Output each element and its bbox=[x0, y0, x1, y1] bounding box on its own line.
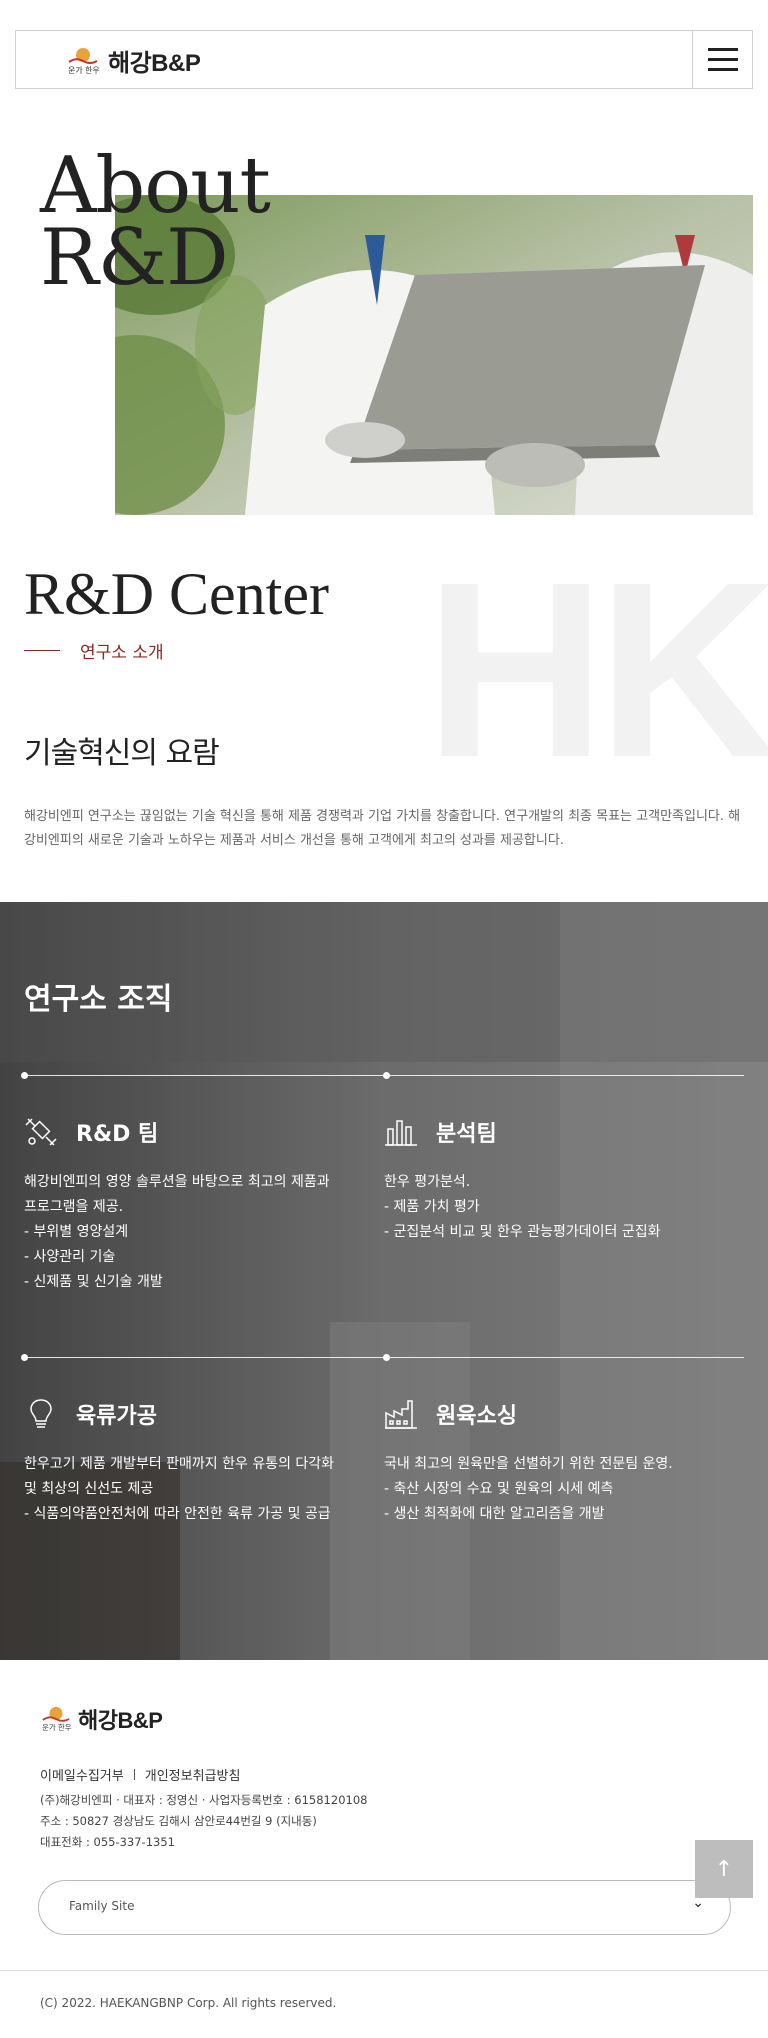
team-name: R&D 팀 bbox=[76, 1122, 159, 1147]
team-line: - 군집분석 비교 및 한우 관능평가데이터 군집화 bbox=[384, 1224, 661, 1240]
footer-links: 이메일수집거부 개인정보취급방침 bbox=[40, 1765, 240, 1784]
email-refusal-link[interactable]: 이메일수집거부 bbox=[40, 1765, 124, 1784]
footer-divider bbox=[0, 1970, 768, 1971]
satellite-icon bbox=[25, 1118, 57, 1146]
divider-dot bbox=[21, 1072, 28, 1079]
org-title: 연구소 조직 bbox=[24, 982, 173, 1017]
copyright: (C) 2022. HAEKANGBNP Corp. All rights re… bbox=[40, 1996, 337, 2010]
arrow-up-icon: ↑ bbox=[714, 1856, 734, 1882]
intro-paragraph: 해강비엔피 연구소는 끊임없는 기술 혁신을 통해 제품 경쟁력과 기업 가치를… bbox=[24, 809, 741, 848]
company-info-line: (주)해강비엔피 · 대표자 : 정영신 · 사업자등록번호 : 6158120… bbox=[40, 1793, 368, 1807]
team-line: 한우고기 제품 개발부터 판매까지 한우 유통의 다각화 bbox=[24, 1456, 335, 1472]
logo-text: 해강B&P bbox=[108, 50, 201, 77]
team-line: 및 최상의 신선도 제공 bbox=[24, 1481, 154, 1497]
team-line: 프로그램을 제공. bbox=[24, 1199, 124, 1215]
svg-text:운가: 운가 bbox=[68, 66, 83, 75]
hamburger-menu-icon[interactable] bbox=[692, 31, 752, 88]
svg-text:운가: 운가 bbox=[42, 1723, 56, 1732]
team-card-sourcing: 원육소싱 국내 최고의 원육만을 선별하기 위한 전문팀 운영. - 축산 시장… bbox=[384, 1394, 724, 1527]
site-header: 운가 한우 해강B&P bbox=[15, 30, 753, 89]
team-name: 분석팀 bbox=[436, 1122, 497, 1147]
org-section: 연구소 조직 R&D 팀 해강비엔피의 영양 솔루션을 바탕으로 최고의 제품과… bbox=[0, 902, 768, 1660]
team-line: 한우 평가분석. bbox=[384, 1174, 471, 1190]
hero-title: About R&D bbox=[40, 141, 271, 303]
divider-dot bbox=[21, 1354, 28, 1361]
team-line: - 생산 최적화에 대한 알고리즘을 개발 bbox=[384, 1506, 605, 1522]
hk-watermark: HK bbox=[425, 530, 768, 809]
divider-dot bbox=[383, 1072, 390, 1079]
family-site-select[interactable]: Family Site ⌄ bbox=[38, 1880, 731, 1935]
site-logo[interactable]: 운가 한우 해강B&P bbox=[66, 43, 201, 78]
team-name: 원육소싱 bbox=[436, 1404, 517, 1429]
svg-text:한우: 한우 bbox=[58, 1723, 72, 1732]
company-info: (주)해강비엔피 · 대표자 : 정영신 · 사업자등록번호 : 6158120… bbox=[40, 1790, 367, 1853]
link-separator bbox=[133, 1769, 135, 1780]
team-line: - 신제품 및 신기술 개발 bbox=[24, 1274, 163, 1290]
company-address: 주소 : 50827 경상남도 김해시 삼안로44번길 9 (지내동) bbox=[40, 1814, 317, 1828]
team-line: - 사양관리 기술 bbox=[24, 1249, 116, 1265]
hero-title-line1: About bbox=[40, 141, 271, 231]
team-card-meat-processing: 육류가공 한우고기 제품 개발부터 판매까지 한우 유통의 다각화 및 최상의 … bbox=[24, 1394, 364, 1527]
team-line: - 제품 가치 평가 bbox=[384, 1199, 480, 1215]
footer-logo-text: 해강B&P bbox=[78, 1708, 163, 1733]
team-line: - 부위별 영양설계 bbox=[24, 1224, 129, 1240]
factory-icon bbox=[385, 1400, 417, 1429]
family-site-label: Family Site bbox=[69, 1899, 135, 1913]
headline: 기술혁신의 요람 bbox=[24, 736, 220, 771]
subtitle-text: 연구소 소개 bbox=[80, 643, 164, 663]
logo-mark-icon: 운가 한우 bbox=[68, 47, 100, 75]
section-title: R&D Center bbox=[24, 561, 329, 627]
divider-dot bbox=[383, 1354, 390, 1361]
team-line: 국내 최고의 원육만을 선별하기 위한 전문팀 운영. bbox=[384, 1456, 673, 1472]
section-subtitle: 연구소 소개 bbox=[24, 638, 164, 663]
team-line: - 축산 시장의 수요 및 원육의 시세 예측 bbox=[384, 1481, 614, 1497]
logo-mark-icon: 운가 한우 bbox=[42, 1706, 72, 1732]
footer-logo[interactable]: 운가 한우 해강B&P bbox=[40, 1703, 163, 1735]
team-card-rnd: R&D 팀 해강비엔피의 영양 솔루션을 바탕으로 최고의 제품과 프로그램을 … bbox=[24, 1112, 364, 1295]
scroll-top-button[interactable]: ↑ bbox=[695, 1840, 753, 1898]
team-line: - 식품의약품안전처에 따라 안전한 육류 가공 및 공급 bbox=[24, 1506, 331, 1522]
privacy-policy-link[interactable]: 개인정보취급방침 bbox=[145, 1765, 241, 1784]
subtitle-line bbox=[24, 650, 60, 651]
bar-chart-icon bbox=[385, 1120, 417, 1146]
team-name: 육류가공 bbox=[76, 1404, 157, 1429]
team-line: 해강비엔피의 영양 솔루션을 바탕으로 최고의 제품과 bbox=[24, 1174, 330, 1190]
company-phone: 대표전화 : 055-337-1351 bbox=[40, 1835, 175, 1849]
lightbulb-icon bbox=[30, 1399, 52, 1428]
team-card-analysis: 분석팀 한우 평가분석. - 제품 가치 평가 - 군집분석 비교 및 한우 관… bbox=[384, 1112, 724, 1245]
svg-text:한우: 한우 bbox=[85, 66, 100, 75]
hero-title-line2: R&D bbox=[40, 213, 229, 303]
